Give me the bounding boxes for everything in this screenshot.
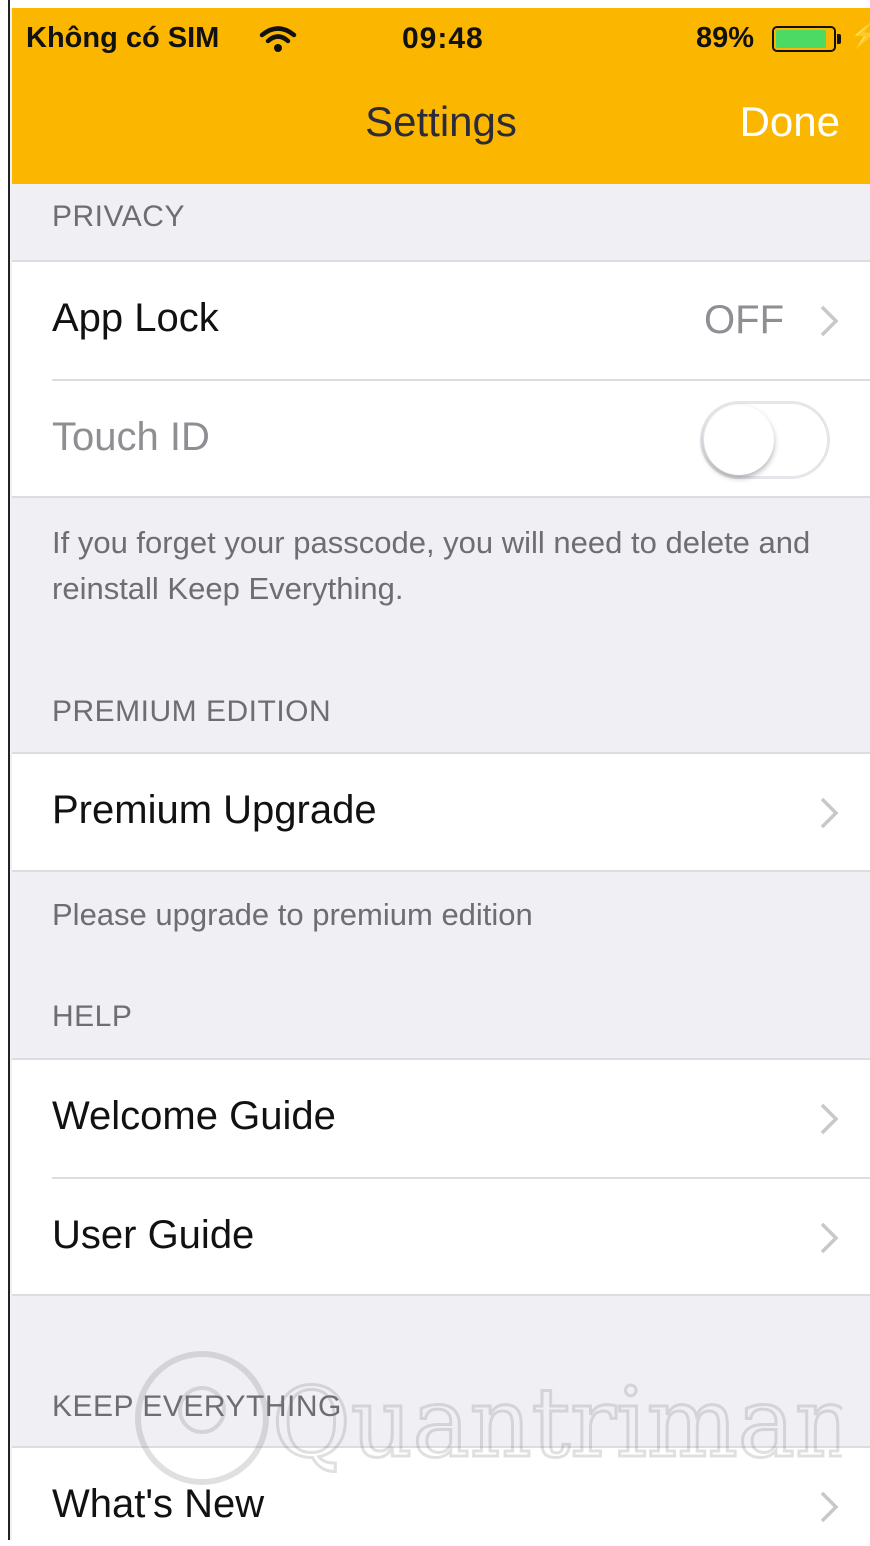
section-header-privacy: PRIVACY	[52, 200, 185, 233]
privacy-footer-note: If you forget your passcode, you will ne…	[52, 525, 811, 606]
status-bar: Không có SIM 09:48 89% ⚡	[12, 8, 870, 68]
welcome-guide-label: Welcome Guide	[52, 1094, 336, 1138]
toggle-knob	[704, 405, 774, 475]
frame-left	[0, 0, 10, 1546]
carrier-label: Không có SIM	[26, 22, 220, 54]
chevron-right-icon	[820, 797, 839, 829]
battery-icon	[772, 26, 836, 52]
touch-id-toggle[interactable]	[700, 401, 830, 479]
section-header-premium: PREMIUM EDITION	[52, 695, 332, 728]
privacy-group: App Lock OFF Touch ID	[12, 260, 870, 498]
chevron-right-icon	[820, 1491, 839, 1523]
user-guide-row[interactable]: User Guide	[12, 1179, 870, 1296]
frame-top	[0, 0, 870, 8]
app-lock-value: OFF	[704, 298, 784, 342]
whats-new-row[interactable]: What's New	[12, 1448, 870, 1540]
whats-new-label: What's New	[52, 1482, 265, 1526]
app-lock-label: App Lock	[52, 296, 219, 340]
battery-tip	[837, 34, 841, 44]
app-lock-row[interactable]: App Lock OFF	[12, 262, 870, 379]
premium-upgrade-row[interactable]: Premium Upgrade	[12, 754, 870, 871]
wifi-icon	[259, 26, 297, 52]
user-guide-label: User Guide	[52, 1213, 255, 1257]
premium-upgrade-label: Premium Upgrade	[52, 788, 377, 832]
frame-bottom	[0, 1540, 870, 1546]
help-group: Welcome Guide User Guide	[12, 1058, 870, 1296]
battery-fill	[776, 30, 826, 48]
chevron-right-icon	[820, 305, 839, 337]
chevron-right-icon	[820, 1103, 839, 1135]
chevron-right-icon	[820, 1222, 839, 1254]
touch-id-label: Touch ID	[52, 415, 210, 459]
keep-everything-group: What's New	[12, 1446, 870, 1540]
premium-group: Premium Upgrade	[12, 752, 870, 872]
touch-id-row: Touch ID	[12, 381, 870, 498]
premium-footer-note: Please upgrade to premium edition	[52, 897, 533, 932]
charging-bolt-icon: ⚡	[848, 20, 870, 50]
done-button[interactable]: Done	[740, 98, 840, 146]
clock: 09:48	[402, 22, 484, 55]
section-header-help: HELP	[52, 1000, 133, 1033]
navigation-bar: Không có SIM 09:48 89% ⚡ Settings Done	[12, 8, 870, 184]
section-header-keep-everything: KEEP EVERYTHING	[52, 1390, 342, 1423]
welcome-guide-row[interactable]: Welcome Guide	[12, 1060, 870, 1177]
phone-screen: Không có SIM 09:48 89% ⚡ Settings Done P…	[12, 8, 870, 1540]
battery-percent: 89%	[696, 22, 755, 54]
